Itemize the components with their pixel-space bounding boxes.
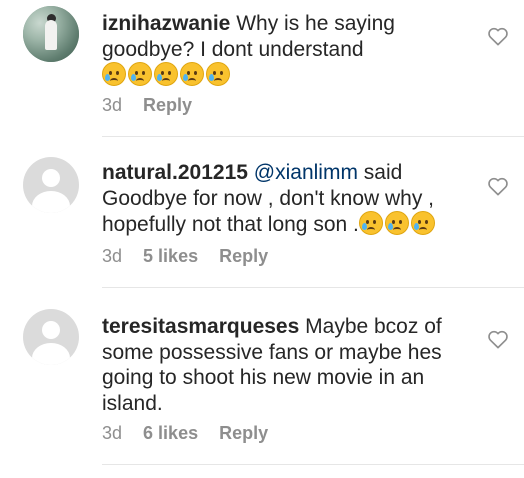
crying-face-emoji [206, 62, 230, 86]
crying-face-emoji [128, 62, 152, 86]
comment-body: natural.201215 @xianlimm said Goodbye fo… [102, 160, 472, 238]
divider [102, 287, 524, 288]
likes-count[interactable]: 6 likes [143, 423, 198, 443]
emoji-group [102, 62, 232, 87]
heart-outline-icon[interactable] [487, 329, 509, 349]
comment-body: teresitasmarqueses Maybe bcoz of some po… [102, 314, 472, 416]
emoji-group [358, 211, 437, 236]
reply-button[interactable]: Reply [219, 246, 268, 266]
comment-meta: 3d 5 likes Reply [102, 246, 284, 267]
crying-face-emoji [180, 62, 204, 86]
comment-username[interactable]: iznihazwanie [102, 12, 230, 35]
avatar[interactable] [23, 309, 79, 365]
reply-button[interactable]: Reply [219, 423, 268, 443]
crying-face-emoji [102, 62, 126, 86]
likes-count[interactable]: 5 likes [143, 246, 198, 266]
avatar[interactable] [23, 6, 79, 62]
comment-time: 3d [102, 423, 123, 443]
comment-username[interactable]: teresitasmarqueses [102, 315, 299, 338]
reply-button[interactable]: Reply [143, 95, 192, 115]
crying-face-emoji [384, 211, 409, 235]
crying-face-emoji [154, 62, 178, 86]
crying-face-emoji [358, 211, 383, 235]
crying-face-emoji [410, 211, 435, 235]
comment-body: iznihazwanie Why is he saying goodbye? I… [102, 11, 472, 89]
comment-time: 3d [102, 246, 123, 266]
comment-mention[interactable]: @xianlimm [254, 161, 358, 184]
heart-outline-icon[interactable] [487, 176, 509, 196]
divider [102, 464, 524, 465]
comment-meta: 3d 6 likes Reply [102, 423, 284, 444]
avatar[interactable] [23, 157, 79, 213]
heart-outline-icon[interactable] [487, 26, 509, 46]
comment-meta: 3d Reply [102, 95, 208, 116]
divider [102, 136, 524, 137]
comment-username[interactable]: natural.201215 [102, 161, 248, 184]
comment-time: 3d [102, 95, 123, 115]
